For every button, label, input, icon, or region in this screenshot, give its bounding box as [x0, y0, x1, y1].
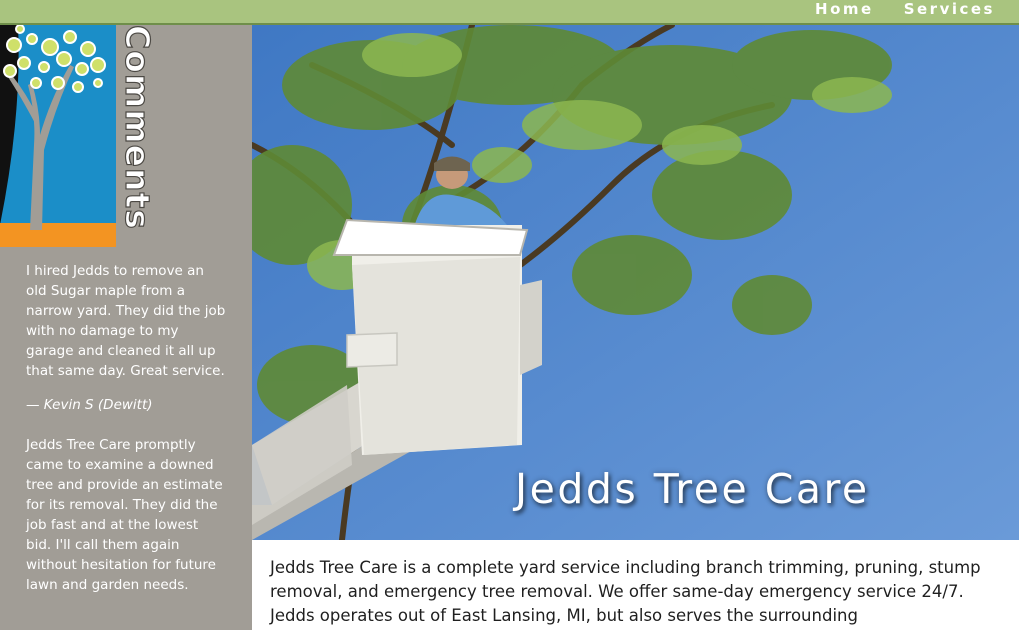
testimonial-text: Jedds Tree Care promptly came to examine… [26, 437, 223, 593]
hero-photo [252, 25, 1019, 540]
testimonial-text: I hired Jedds to remove an old Sugar map… [26, 263, 226, 379]
hero-title: Jedds Tree Care [515, 465, 870, 513]
top-nav-bar: Home Services [0, 0, 1019, 25]
sidebar: Comments I hired Jedds to remove an old … [0, 25, 252, 630]
tree-logo [0, 25, 116, 247]
main-content: Jedds Tree Care is a complete yard servi… [270, 556, 1005, 628]
nav-services-link[interactable]: Services [904, 0, 995, 18]
intro-paragraph: Jedds Tree Care is a complete yard servi… [270, 558, 981, 625]
comments-heading-text: Comments [118, 25, 157, 230]
testimonial: Jedds Tree Care promptly came to examine… [26, 435, 226, 595]
testimonial-author: — Kevin S (Dewitt) [26, 397, 153, 413]
testimonial: I hired Jedds to remove an old Sugar map… [26, 261, 226, 415]
testimonials-list: I hired Jedds to remove an old Sugar map… [26, 261, 226, 595]
comments-heading: Comments [118, 25, 158, 247]
hero-banner: Jedds Tree Care [252, 25, 1019, 540]
tree-logo-icon [0, 25, 116, 247]
main-nav: Home Services [815, 0, 995, 18]
nav-home-link[interactable]: Home [815, 0, 874, 18]
